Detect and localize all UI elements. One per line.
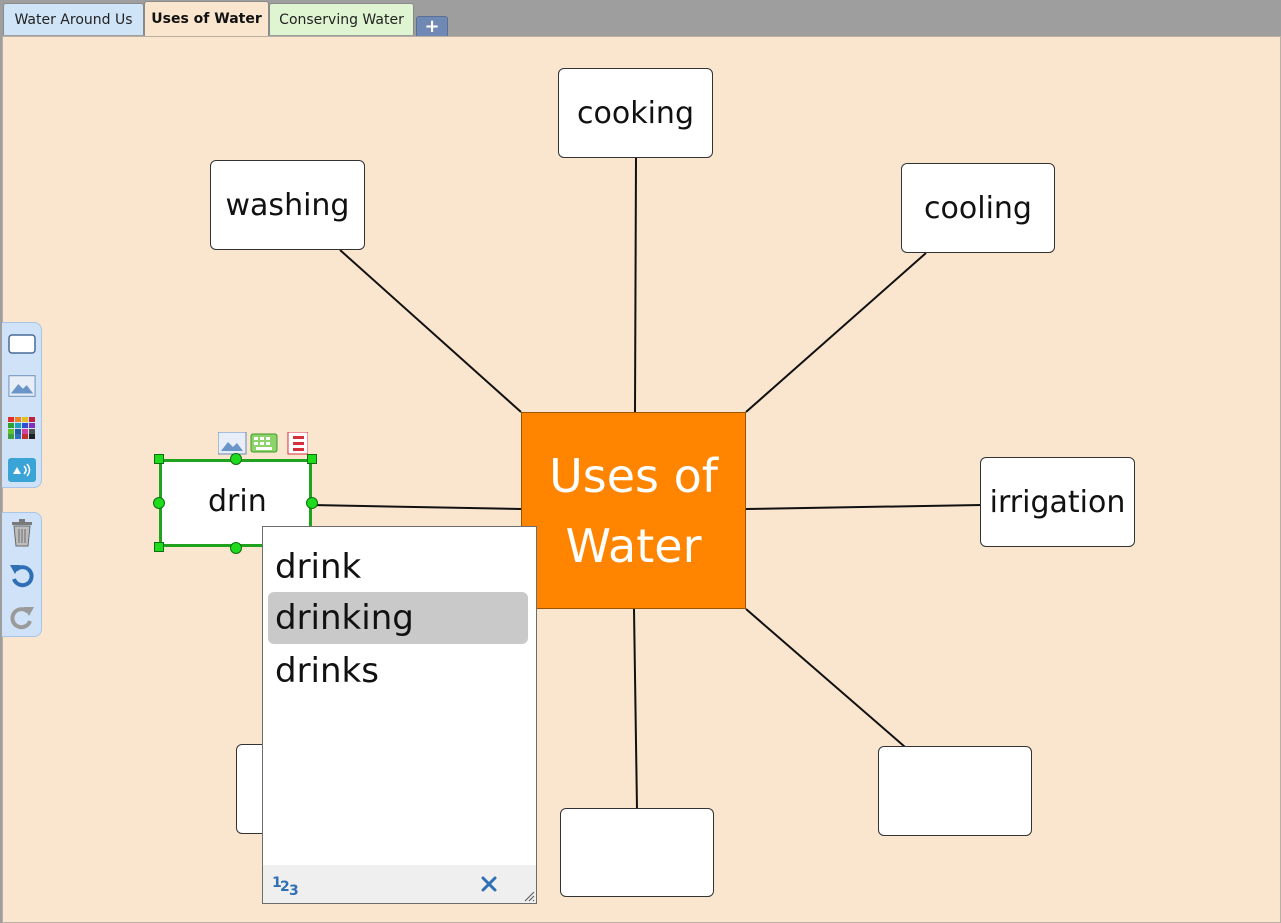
- node-label: cooling: [924, 190, 1032, 226]
- connector-line: [633, 608, 638, 810]
- resize-handle[interactable]: [230, 453, 242, 465]
- selected-node-text[interactable]: drin: [208, 484, 267, 519]
- word-list-icon: [287, 431, 309, 455]
- node-empty[interactable]: [878, 746, 1032, 836]
- popup-footer: 1 2 3: [263, 865, 536, 903]
- resize-handle[interactable]: [153, 497, 165, 509]
- suggestion-item[interactable]: drinking: [268, 592, 528, 644]
- connector-line: [339, 249, 522, 413]
- trash-icon[interactable]: [8, 519, 36, 547]
- resize-handle[interactable]: [154, 454, 164, 464]
- node-tool-icons: [217, 431, 309, 456]
- word-prediction-popup: drink drinking drinks 1 2 3: [262, 526, 537, 904]
- suggestion-label: drink: [275, 547, 362, 587]
- suggestion-item[interactable]: drinks: [268, 645, 528, 697]
- picture-icon[interactable]: [8, 372, 36, 400]
- node-cooking[interactable]: cooking: [558, 68, 713, 158]
- svg-text:3: 3: [289, 883, 299, 897]
- suggestion-item[interactable]: drink: [268, 541, 528, 593]
- node-label: irrigation: [989, 484, 1126, 520]
- close-icon[interactable]: [481, 876, 497, 892]
- speech-icon[interactable]: [8, 456, 36, 484]
- text-box-icon[interactable]: [8, 330, 36, 358]
- resize-handle[interactable]: [307, 454, 317, 464]
- suggestion-label: drinks: [275, 651, 379, 691]
- node-irrigation[interactable]: irrigation: [980, 457, 1135, 547]
- central-topic[interactable]: Uses of Water: [521, 412, 746, 609]
- keyboard-icon: [250, 433, 278, 453]
- central-topic-line: Water: [565, 518, 702, 573]
- insert-toolbar: [2, 322, 42, 488]
- central-topic-line: Uses of: [549, 448, 718, 503]
- resize-grip-icon[interactable]: [524, 891, 535, 902]
- connector-line: [634, 156, 637, 413]
- insert-picture-icon: [217, 431, 247, 455]
- connector-line: [745, 504, 982, 510]
- edit-toolbar: [2, 512, 42, 637]
- node-washing[interactable]: washing: [210, 160, 365, 250]
- undo-icon[interactable]: [8, 561, 36, 589]
- resize-handle[interactable]: [306, 497, 318, 509]
- 123-icon[interactable]: 1 2 3: [271, 871, 303, 897]
- connector-line: [745, 252, 927, 413]
- redo-icon[interactable]: [8, 603, 36, 631]
- node-empty[interactable]: [560, 808, 714, 897]
- resize-handle[interactable]: [154, 542, 164, 552]
- node-label: washing: [225, 187, 350, 223]
- color-palette-icon[interactable]: [8, 414, 36, 442]
- connector-line: [311, 504, 522, 510]
- node-label: cooking: [577, 95, 694, 131]
- node-cooling[interactable]: cooling: [901, 163, 1055, 253]
- suggestion-label: drinking: [275, 598, 414, 638]
- connector-line: [745, 608, 906, 748]
- resize-handle[interactable]: [230, 542, 242, 554]
